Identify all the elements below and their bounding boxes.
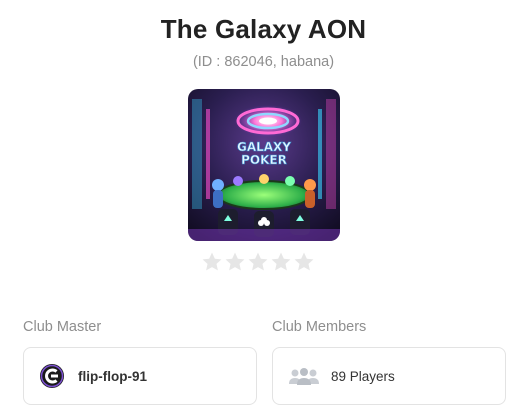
- club-rating: [201, 251, 315, 277]
- club-avatar-icon: [39, 363, 65, 389]
- club-members-label: Club Members: [272, 319, 367, 335]
- club-master-name: flip-flop-91: [78, 368, 147, 384]
- club-id-line: (ID : 862046, habana): [192, 54, 335, 70]
- club-master-card[interactable]: flip-flop-91: [23, 347, 257, 405]
- club-members-count: 89 Players: [331, 368, 395, 384]
- players-group-icon: [288, 366, 320, 386]
- club-master-label: Club Master: [23, 319, 102, 335]
- rating-star-4-icon[interactable]: [270, 251, 292, 277]
- logo-text-galaxy: GALAXY: [237, 140, 291, 154]
- club-name: The Galaxy AON: [160, 14, 367, 44]
- rating-star-3-icon[interactable]: [247, 251, 269, 277]
- rating-star-2-icon[interactable]: [224, 251, 246, 277]
- club-logo: GALAXY POKER: [188, 89, 340, 241]
- rating-star-1-icon[interactable]: [201, 251, 223, 277]
- logo-text-poker: POKER: [241, 153, 287, 167]
- club-members-card[interactable]: 89 Players: [272, 347, 506, 405]
- rating-star-5-icon[interactable]: [293, 251, 315, 277]
